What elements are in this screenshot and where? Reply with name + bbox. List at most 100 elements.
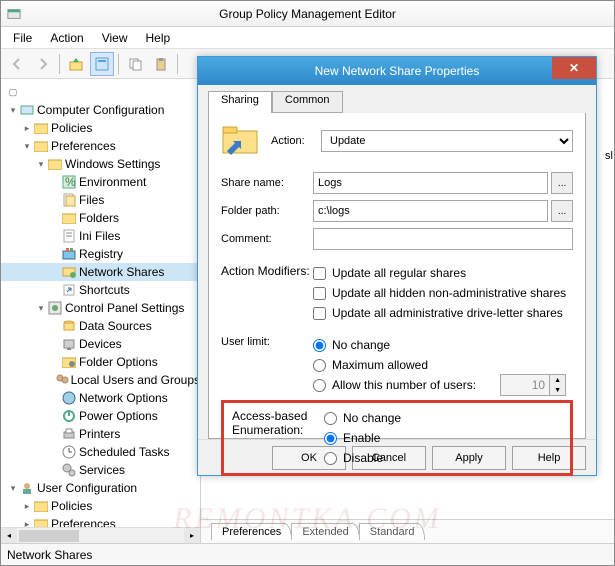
- paste-button[interactable]: [149, 52, 173, 76]
- comment-input[interactable]: [313, 228, 573, 250]
- abe-label: Access-basedEnumeration:: [232, 409, 324, 437]
- am2-checkbox[interactable]: Update all hidden non-administrative sha…: [313, 284, 566, 302]
- tree-row[interactable]: ▸Policies: [1, 497, 200, 515]
- tab-sharing[interactable]: Sharing: [208, 91, 272, 113]
- sliver-text: sl: [605, 150, 615, 162]
- tree-row[interactable]: Local Users and Groups: [1, 371, 200, 389]
- tab-common[interactable]: Common: [272, 91, 343, 113]
- tree-row[interactable]: Folder Options: [1, 353, 200, 371]
- share-icon: [61, 264, 77, 280]
- spin-up[interactable]: ▲: [550, 375, 565, 385]
- folder-icon: [33, 120, 49, 136]
- devices-icon: [61, 336, 77, 352]
- tree-row[interactable]: Scheduled Tasks: [1, 443, 200, 461]
- scroll-right-arrow[interactable]: ▸: [184, 528, 200, 544]
- abe-enable-radio[interactable]: Enable: [324, 429, 380, 447]
- tree-row[interactable]: ▸Policies: [1, 119, 200, 137]
- computer-icon: [19, 102, 35, 118]
- tree-row[interactable]: ▢: [1, 83, 200, 101]
- tree-row-selected[interactable]: Network Shares: [1, 263, 200, 281]
- ul-max-radio[interactable]: Maximum allowed: [313, 356, 428, 374]
- ul-value-input[interactable]: [501, 375, 549, 395]
- dialog-titlebar[interactable]: New Network Share Properties ✕: [198, 57, 596, 85]
- ini-icon: [61, 228, 77, 244]
- folder-icon: [47, 156, 63, 172]
- copy-button[interactable]: [123, 52, 147, 76]
- tree-row[interactable]: ▾Control Panel Settings: [1, 299, 200, 317]
- close-button[interactable]: ✕: [552, 57, 596, 79]
- tree-row[interactable]: Files: [1, 191, 200, 209]
- files-icon: [61, 192, 77, 208]
- tree-row[interactable]: Ini Files: [1, 227, 200, 245]
- tree-row[interactable]: ▾User Configuration: [1, 479, 200, 497]
- env-icon: %: [61, 174, 77, 190]
- tree-row[interactable]: Devices: [1, 335, 200, 353]
- tree-row[interactable]: Registry: [1, 245, 200, 263]
- properties-button[interactable]: [90, 52, 114, 76]
- ul-allow-radio[interactable]: Allow this number of users:: [313, 376, 476, 394]
- tree-row[interactable]: Services: [1, 461, 200, 479]
- folder-share-icon: [221, 123, 261, 155]
- schedtask-icon: [61, 444, 77, 460]
- printer-icon: [61, 426, 77, 442]
- tree-row[interactable]: Power Options: [1, 407, 200, 425]
- svg-text:%: %: [65, 175, 76, 189]
- services-icon: [61, 462, 77, 478]
- share-name-browse-button[interactable]: ...: [551, 172, 573, 194]
- cp-icon: [47, 300, 63, 316]
- menu-action[interactable]: Action: [42, 29, 91, 47]
- registry-icon: [61, 246, 77, 262]
- status-text: Network Shares: [7, 548, 92, 562]
- menu-help[interactable]: Help: [138, 29, 179, 47]
- window-title: Group Policy Management Editor: [219, 7, 396, 21]
- abe-nochange-radio[interactable]: No change: [324, 409, 401, 427]
- datasource-icon: [61, 318, 77, 334]
- folder-path-input[interactable]: [313, 200, 548, 222]
- tree-hscroll[interactable]: ◂ ▸: [1, 527, 200, 543]
- back-button[interactable]: [5, 52, 29, 76]
- folders-icon: [61, 210, 77, 226]
- menu-file[interactable]: File: [5, 29, 40, 47]
- shortcut-icon: [61, 282, 77, 298]
- folder-path-browse-button[interactable]: ...: [551, 200, 573, 222]
- up-button[interactable]: [64, 52, 88, 76]
- action-modifiers-label: Action Modifiers:: [221, 264, 313, 278]
- tab-extended[interactable]: Extended: [291, 523, 359, 540]
- titlebar: Group Policy Management Editor: [1, 1, 614, 27]
- tree-row[interactable]: Folders: [1, 209, 200, 227]
- tree-row[interactable]: ▾Windows Settings: [1, 155, 200, 173]
- tree-row[interactable]: ▾Preferences: [1, 137, 200, 155]
- tree-row[interactable]: Printers: [1, 425, 200, 443]
- am3-checkbox[interactable]: Update all administrative drive-letter s…: [313, 304, 563, 322]
- tab-standard[interactable]: Standard: [359, 523, 426, 540]
- share-name-input[interactable]: [313, 172, 548, 194]
- user-limit-label: User limit:: [221, 336, 313, 348]
- share-name-label: Share name:: [221, 177, 313, 189]
- tree-row[interactable]: Shortcuts: [1, 281, 200, 299]
- netopts-icon: [61, 390, 77, 406]
- ul-nochange-radio[interactable]: No change: [313, 336, 390, 354]
- power-icon: [61, 408, 77, 424]
- dialog-new-network-share: New Network Share Properties ✕ Sharing C…: [197, 56, 597, 476]
- comment-label: Comment:: [221, 233, 313, 245]
- content-tabs: Preferences Extended Standard: [201, 519, 614, 543]
- action-select[interactable]: Update: [321, 130, 573, 152]
- tree-row[interactable]: Data Sources: [1, 317, 200, 335]
- user-icon: [19, 480, 35, 496]
- tree-row[interactable]: Network Options: [1, 389, 200, 407]
- tree-pane[interactable]: ▢ ▾Computer Configuration ▸Policies ▾Pre…: [1, 79, 201, 543]
- scroll-thumb[interactable]: [19, 530, 79, 542]
- tab-preferences[interactable]: Preferences: [211, 523, 292, 540]
- abe-disable-radio[interactable]: Disable: [324, 449, 383, 467]
- folderopts-icon: [61, 354, 77, 370]
- folder-icon: [33, 138, 49, 154]
- am1-checkbox[interactable]: Update all regular shares: [313, 264, 466, 282]
- tree-row[interactable]: %Environment: [1, 173, 200, 191]
- menu-view[interactable]: View: [94, 29, 136, 47]
- scroll-left-arrow[interactable]: ◂: [1, 528, 17, 544]
- ul-spinner[interactable]: ▲▼: [500, 374, 566, 396]
- forward-button[interactable]: [31, 52, 55, 76]
- folder-path-label: Folder path:: [221, 205, 313, 217]
- spin-down[interactable]: ▼: [550, 385, 565, 395]
- tree-row[interactable]: ▾Computer Configuration: [1, 101, 200, 119]
